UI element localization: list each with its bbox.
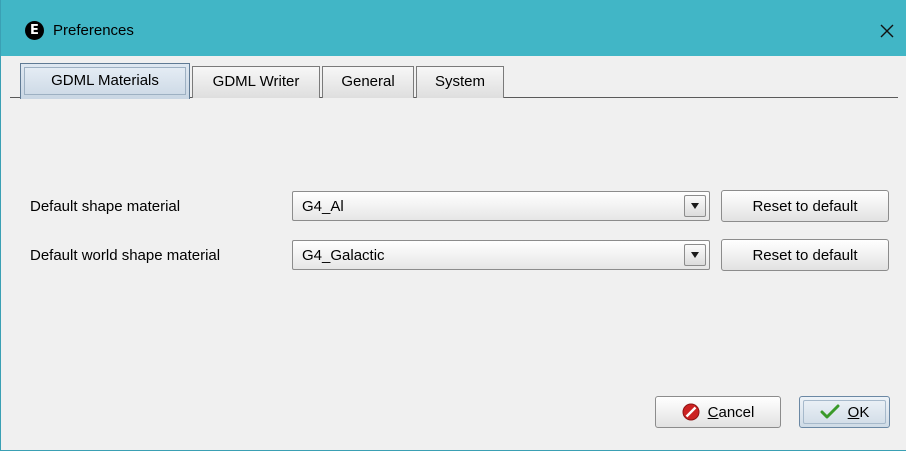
reset-shape-material-button[interactable]: Reset to default [721, 190, 889, 222]
shape-material-label: Default shape material [30, 198, 181, 215]
cancel-label: Cancel [707, 403, 755, 421]
chevron-down-icon [691, 252, 699, 258]
app-e-icon: E [25, 21, 44, 40]
ok-label: OK [847, 403, 870, 421]
chevron-down-icon [691, 203, 699, 209]
shape-material-select[interactable]: G4_Al [292, 191, 710, 221]
shape-material-dropdown-button[interactable] [684, 195, 706, 217]
reset-button-label: Reset to default [752, 246, 858, 264]
title-bar: E Preferences [1, 0, 906, 56]
close-icon [880, 24, 894, 38]
tab-label: GDML Materials [24, 67, 186, 95]
close-button[interactable] [867, 14, 906, 48]
world-material-dropdown-button[interactable] [684, 244, 706, 266]
tab-gdml-materials[interactable]: GDML Materials [20, 63, 190, 99]
shape-material-value: G4_Al [302, 198, 344, 215]
cancel-icon [682, 403, 700, 421]
world-material-value: G4_Galactic [302, 247, 385, 264]
tab-system[interactable]: System [416, 66, 504, 98]
window-title: Preferences [53, 22, 134, 39]
preferences-window: E Preferences GDML Materials GDML Writer… [0, 0, 906, 451]
gdml-materials-panel: Default shape material G4_Al Reset to de… [10, 98, 898, 450]
tab-gdml-writer[interactable]: GDML Writer [192, 66, 320, 98]
world-material-label: Default world shape material [30, 247, 221, 264]
tab-general[interactable]: General [322, 66, 414, 98]
cancel-button[interactable]: Cancel [655, 396, 781, 428]
world-material-select[interactable]: G4_Galactic [292, 240, 710, 270]
ok-button[interactable]: OK [799, 396, 890, 428]
tab-strip: GDML Materials GDML Writer General Syste… [10, 60, 898, 99]
reset-world-material-button[interactable]: Reset to default [721, 239, 889, 271]
checkmark-icon [820, 404, 840, 419]
reset-button-label: Reset to default [752, 197, 858, 215]
